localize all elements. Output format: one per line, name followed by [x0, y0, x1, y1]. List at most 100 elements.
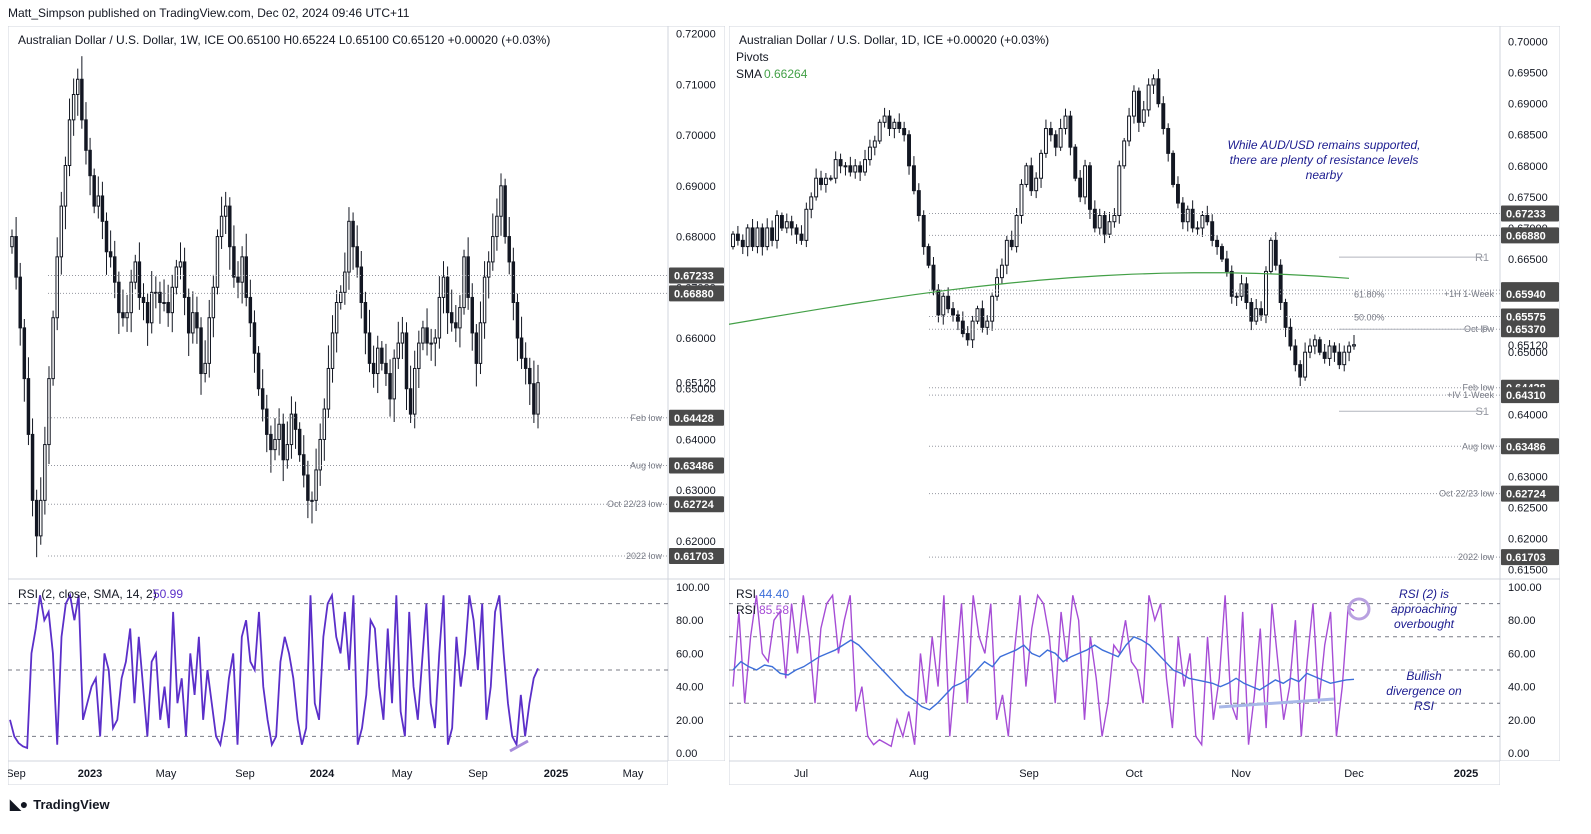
candle-body: [833, 159, 838, 179]
y-tick-label: 0.62000: [676, 536, 716, 548]
rsi-tick-label: 20.00: [1508, 715, 1536, 727]
candle-body: [117, 281, 121, 314]
candle-body: [1273, 239, 1278, 266]
price-label: 0.62724: [674, 499, 715, 511]
candle-body: [92, 175, 96, 207]
rsi-tick-label: 60.00: [1508, 648, 1536, 660]
candle-body: [784, 221, 789, 229]
y-tick-label: 0.70000: [1508, 37, 1548, 49]
candle-body: [326, 367, 331, 410]
candle-body: [392, 357, 396, 400]
candle-body: [330, 332, 335, 369]
weekly-rsi-panel[interactable]: RSI (2, close, SMA, 14, 2)50.99: [8, 579, 668, 761]
candle-body: [474, 332, 479, 364]
pivot-label: P: [1482, 324, 1489, 336]
y-tick-label: 0.62000: [1508, 534, 1548, 546]
candle-body: [285, 444, 290, 461]
candle-body: [1298, 364, 1303, 378]
daily-price-chart[interactable]: +1H 1-WeekOct lowFeb low+IV 1-WeekAug lo…: [729, 26, 1500, 579]
candle-body: [985, 320, 990, 328]
weekly-price-chart[interactable]: Feb low Aug low Oct 22/23 low 2022 low Austr…: [8, 26, 668, 579]
candle-body: [1171, 152, 1176, 185]
candle-body: [104, 220, 109, 253]
rsi-tick-label: 0.00: [1508, 748, 1529, 760]
y-tick-label: 0.63000: [676, 485, 716, 497]
candle-body: [1087, 165, 1092, 210]
candle-body: [384, 362, 388, 375]
tradingview-footer[interactable]: ◣● TradingView: [10, 796, 110, 813]
candle-body: [779, 215, 784, 229]
y-tick-label: 0.64000: [1508, 409, 1548, 421]
candle-body: [466, 256, 470, 298]
level-label: 2022 low: [1458, 552, 1495, 562]
price-label: 0.64310: [1506, 390, 1546, 402]
candle-body: [252, 322, 257, 354]
candle-body: [745, 227, 750, 248]
candle-body: [334, 302, 339, 334]
candle-body: [404, 332, 409, 390]
candle-body: [141, 296, 146, 303]
candle-body: [121, 312, 125, 319]
candle-body: [1102, 215, 1107, 235]
candle-body: [1322, 351, 1327, 359]
price-annotation: While AUD/USD remains supported, there a…: [1227, 138, 1421, 182]
candle-body: [26, 378, 31, 435]
daily-rsi-panel[interactable]: RSI 44.40RSI 85.58 RSI (2) is approaching o…: [729, 579, 1500, 761]
candle-body: [799, 233, 804, 241]
level-label: Oct 22/23 low: [1439, 489, 1495, 499]
candle-body: [1352, 344, 1356, 347]
candle-body: [735, 233, 740, 241]
candle-body: [491, 236, 495, 263]
rsi-tick-label: 40.00: [1508, 682, 1536, 694]
candle-body: [297, 428, 302, 456]
candle-body: [1283, 302, 1288, 328]
candle-body: [1107, 221, 1112, 235]
candle-body: [1024, 165, 1029, 185]
candle-body: [1063, 115, 1068, 130]
candle-body: [1131, 90, 1136, 117]
candle-body: [314, 469, 318, 501]
y-tick-label: 0.63000: [1508, 471, 1548, 483]
candle-body: [955, 314, 960, 322]
x-tick-label: Oct: [1125, 768, 1142, 780]
candle-body: [14, 236, 18, 278]
candle-body: [125, 312, 129, 319]
candle-body: [113, 256, 117, 283]
candle-body: [47, 378, 51, 446]
candle-body: [195, 312, 199, 329]
candle-body: [55, 256, 59, 319]
candle-body: [215, 236, 220, 288]
candle-body: [848, 165, 853, 173]
candle-body: [965, 333, 970, 341]
weekly-rsi-axis: 100.00 80.00 60.00 40.00 20.00 0.00: [668, 579, 725, 761]
candle-body: [1278, 264, 1283, 303]
candle-body: [1180, 202, 1185, 223]
candle-body: [306, 474, 310, 501]
candle-body: [1048, 128, 1053, 136]
candle-body: [207, 317, 211, 364]
candle-body: [10, 236, 14, 248]
price-label: 0.64428: [674, 413, 714, 425]
candle-body: [1078, 177, 1083, 198]
candle-body: [970, 320, 975, 341]
y-tick-label: 0.69000: [676, 181, 716, 193]
candle-body: [462, 256, 466, 309]
candle-body: [310, 499, 314, 502]
candle-body: [760, 227, 765, 248]
candle-body: [359, 266, 364, 303]
candle-body: [219, 215, 224, 238]
candle-body: [445, 276, 450, 314]
rsi-axis-area: [668, 579, 725, 761]
candle-body: [731, 233, 735, 248]
rsi-axis-area: [1500, 579, 1560, 761]
candle-body: [1205, 215, 1210, 223]
candle-body: [1014, 215, 1019, 248]
y-tick-label: 0.71000: [676, 79, 716, 91]
candle-body: [1083, 165, 1088, 198]
candle-body: [232, 246, 236, 278]
rsi-tick-label: 60.00: [676, 648, 704, 660]
price-annotation-text: While AUD/USD remains supported, there a…: [1227, 138, 1421, 182]
x-tick-label: Aug: [909, 768, 929, 780]
candle-body: [1210, 221, 1215, 241]
candle-body: [916, 190, 921, 217]
